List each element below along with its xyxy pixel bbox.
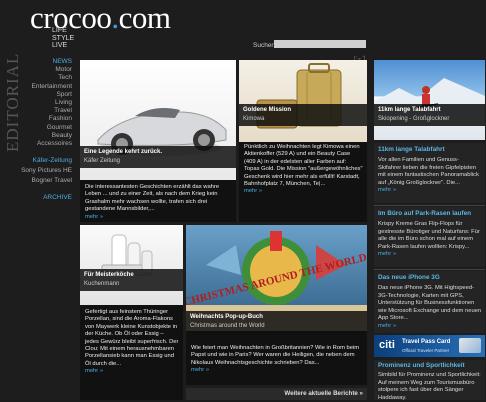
article-teaser: Pünktlich zu Weihnachten legt Kimowa ein…	[244, 144, 363, 196]
nav-item-tech[interactable]: Tech	[20, 74, 72, 82]
feature-title[interactable]: 11km lange Talabfahrt	[378, 107, 481, 115]
more-link[interactable]: mehr »	[85, 214, 232, 221]
side-article-text: Das neue iPhone 3G. Mit Highspeed-3G-Tec…	[378, 285, 482, 330]
side-article-text: Simbild für Prominenz und Sportlichkeit:…	[378, 372, 482, 402]
article-image-flakons	[80, 225, 183, 305]
nav-link-kaefer-zeitung[interactable]: Käfer-Zeitung	[20, 156, 72, 166]
feature-caption: 11km lange Talabfahrt Skiopening - Großg…	[374, 104, 485, 126]
side-article-text: Krispy Kreme Gras Flip-Flops für gestres…	[378, 221, 482, 259]
article-source: Käfer Zeitung	[84, 157, 121, 164]
nav-item-motor[interactable]: Motor	[20, 66, 72, 74]
article-card-meisterkoeche[interactable]: Für Meisterköche Kuchenmann Gefertigt au…	[80, 225, 183, 400]
article-teaser: Gefertigt aus feinstem Thüringer Porzell…	[85, 309, 179, 376]
side-article-title[interactable]: Das neue iPhone 3G	[378, 274, 440, 281]
ski-illustration	[374, 78, 485, 110]
nav-item-gourmet[interactable]: Gourmet	[20, 124, 72, 132]
search-input[interactable]	[274, 40, 366, 48]
side-article-prominenz[interactable]: Prominenz und Sportlichkeit Simbild für …	[374, 360, 485, 402]
article-text: Gefertigt aus feinstem Thüringer Porzell…	[85, 309, 179, 367]
article-source: Kimowa	[243, 115, 265, 122]
article-caption: Eine Legende kehrt zurück. Käfer Zeitung	[80, 146, 236, 168]
side-article-title[interactable]: Prominenz und Sportlichkeit	[378, 362, 465, 369]
more-link[interactable]: mehr »	[378, 187, 482, 195]
article-card-legende[interactable]: Eine Legende kehrt zurück. Käfer Zeitung…	[80, 60, 236, 222]
article-text: Wie feiert man Weihnachten in Großbritan…	[191, 345, 360, 366]
divider	[374, 269, 485, 270]
nav-item-entertainment[interactable]: Entertainment	[20, 83, 72, 91]
tagline-live: LIVE	[52, 42, 68, 49]
ad-product: Travel Pass Card	[402, 339, 451, 345]
article-caption: Goldene Mission Kimowa	[239, 104, 367, 126]
nav-item-living[interactable]: Living	[20, 99, 72, 107]
search-label: Suchen	[253, 42, 276, 49]
feature-subtitle: Skiopening - Großglockner	[378, 115, 450, 122]
more-reports-bar[interactable]: Weitere aktuelle Berichte »	[186, 388, 367, 400]
article-title[interactable]: Eine Legende kehrt zurück.	[84, 149, 232, 157]
ad-subtitle: Official Traveler Partner	[402, 348, 450, 353]
logo-tld: com	[118, 0, 171, 35]
side-article-body: Simbild für Prominenz und Sportlichkeit:…	[378, 372, 481, 401]
divider	[374, 205, 485, 206]
article-title[interactable]: Goldene Mission	[243, 107, 363, 115]
nav-link-bogner-travel[interactable]: Bogner Travel	[20, 176, 72, 186]
logo-dot: .	[111, 0, 119, 35]
nav-link-sony-pictures[interactable]: Sony Pictures HE	[20, 166, 72, 176]
nav-item-news[interactable]: NEWS	[20, 58, 73, 66]
article-caption: Weihnachts Pop-up-Buch Christmas around …	[186, 311, 367, 333]
side-article-title[interactable]: Im Büro auf Park-Rasen laufen	[378, 210, 471, 217]
side-article-body: Das neue iPhone 3G. Mit Highspeed-3G-Tec…	[378, 285, 482, 321]
article-title[interactable]: Weihnachts Pop-up-Buch	[190, 314, 363, 322]
article-teaser: Die interessantesten Geschichten erzählt…	[85, 184, 232, 221]
tagline-life: LIFE	[52, 27, 67, 34]
suitcase-illustration	[256, 63, 342, 129]
side-article-iphone[interactable]: Das neue iPhone 3G Das neue iPhone 3G. M…	[374, 271, 485, 333]
article-source: Kuchenmann	[84, 280, 120, 287]
nav-item-accessoires[interactable]: Accessoires	[20, 140, 72, 148]
more-link[interactable]: mehr »	[378, 323, 482, 331]
nav-link-archive[interactable]: ARCHIVE	[20, 194, 72, 201]
side-article-text: Vor allen Familien und Genuss-Skifahrer …	[378, 157, 482, 195]
more-link[interactable]: mehr »	[378, 251, 482, 259]
more-link[interactable]: mehr »	[191, 367, 363, 374]
nav-item-beauty[interactable]: Beauty	[20, 132, 72, 140]
side-article-park-rasen[interactable]: Im Büro auf Park-Rasen laufen Krispy Kre…	[374, 207, 485, 267]
credit-card-image	[459, 338, 481, 353]
side-article-title[interactable]: 11km lange Talabfahrt	[378, 146, 445, 153]
article-card-popup-buch[interactable]: CHRISTMAS AROUND THE WORLD Weihnachts Po…	[186, 225, 367, 385]
article-caption: Für Meisterköche Kuchenmann	[80, 269, 183, 291]
citi-ad-banner[interactable]: citi Travel Pass Card Official Traveler …	[374, 335, 485, 357]
side-article-body: Krispy Kreme Gras Flip-Flops für gestres…	[378, 221, 480, 250]
feature-card-ski[interactable]: 11km lange Talabfahrt Skiopening - Großg…	[374, 60, 485, 140]
citi-logo: citi	[379, 339, 395, 351]
flakons-illustration	[101, 234, 153, 276]
more-reports-link[interactable]: Weitere aktuelle Berichte »	[284, 390, 363, 397]
article-text: Die interessantesten Geschichten erzählt…	[85, 184, 220, 213]
nav-item-sport[interactable]: Sport	[20, 91, 72, 99]
article-title[interactable]: Für Meisterköche	[84, 272, 179, 280]
category-nav: NEWS Motor Tech Entertainment Sport Livi…	[20, 58, 72, 201]
more-link[interactable]: mehr »	[85, 368, 179, 375]
article-card-goldene-mission[interactable]: Goldene Mission Kimowa Pünktlich zu Weih…	[239, 60, 367, 222]
nav-item-travel[interactable]: Travel	[20, 107, 72, 115]
article-source: Christmas around the World	[190, 322, 265, 329]
side-article-talabfahrt[interactable]: 11km lange Talabfahrt Vor allen Familien…	[374, 143, 485, 203]
tagline: LIFE STYLE LIVE	[52, 27, 74, 50]
tagline-style: STYLE	[52, 34, 75, 42]
article-image-gold-case	[239, 60, 367, 142]
article-text: Pünktlich zu Weihnachten legt Kimowa ein…	[244, 144, 363, 188]
more-link[interactable]: mehr »	[244, 188, 363, 195]
side-article-body: Vor allen Familien und Genuss-Skifahrer …	[378, 157, 479, 186]
nav-item-fashion[interactable]: Fashion	[20, 115, 72, 123]
article-teaser: Wie feiert man Weihnachten in Großbritan…	[191, 345, 363, 375]
